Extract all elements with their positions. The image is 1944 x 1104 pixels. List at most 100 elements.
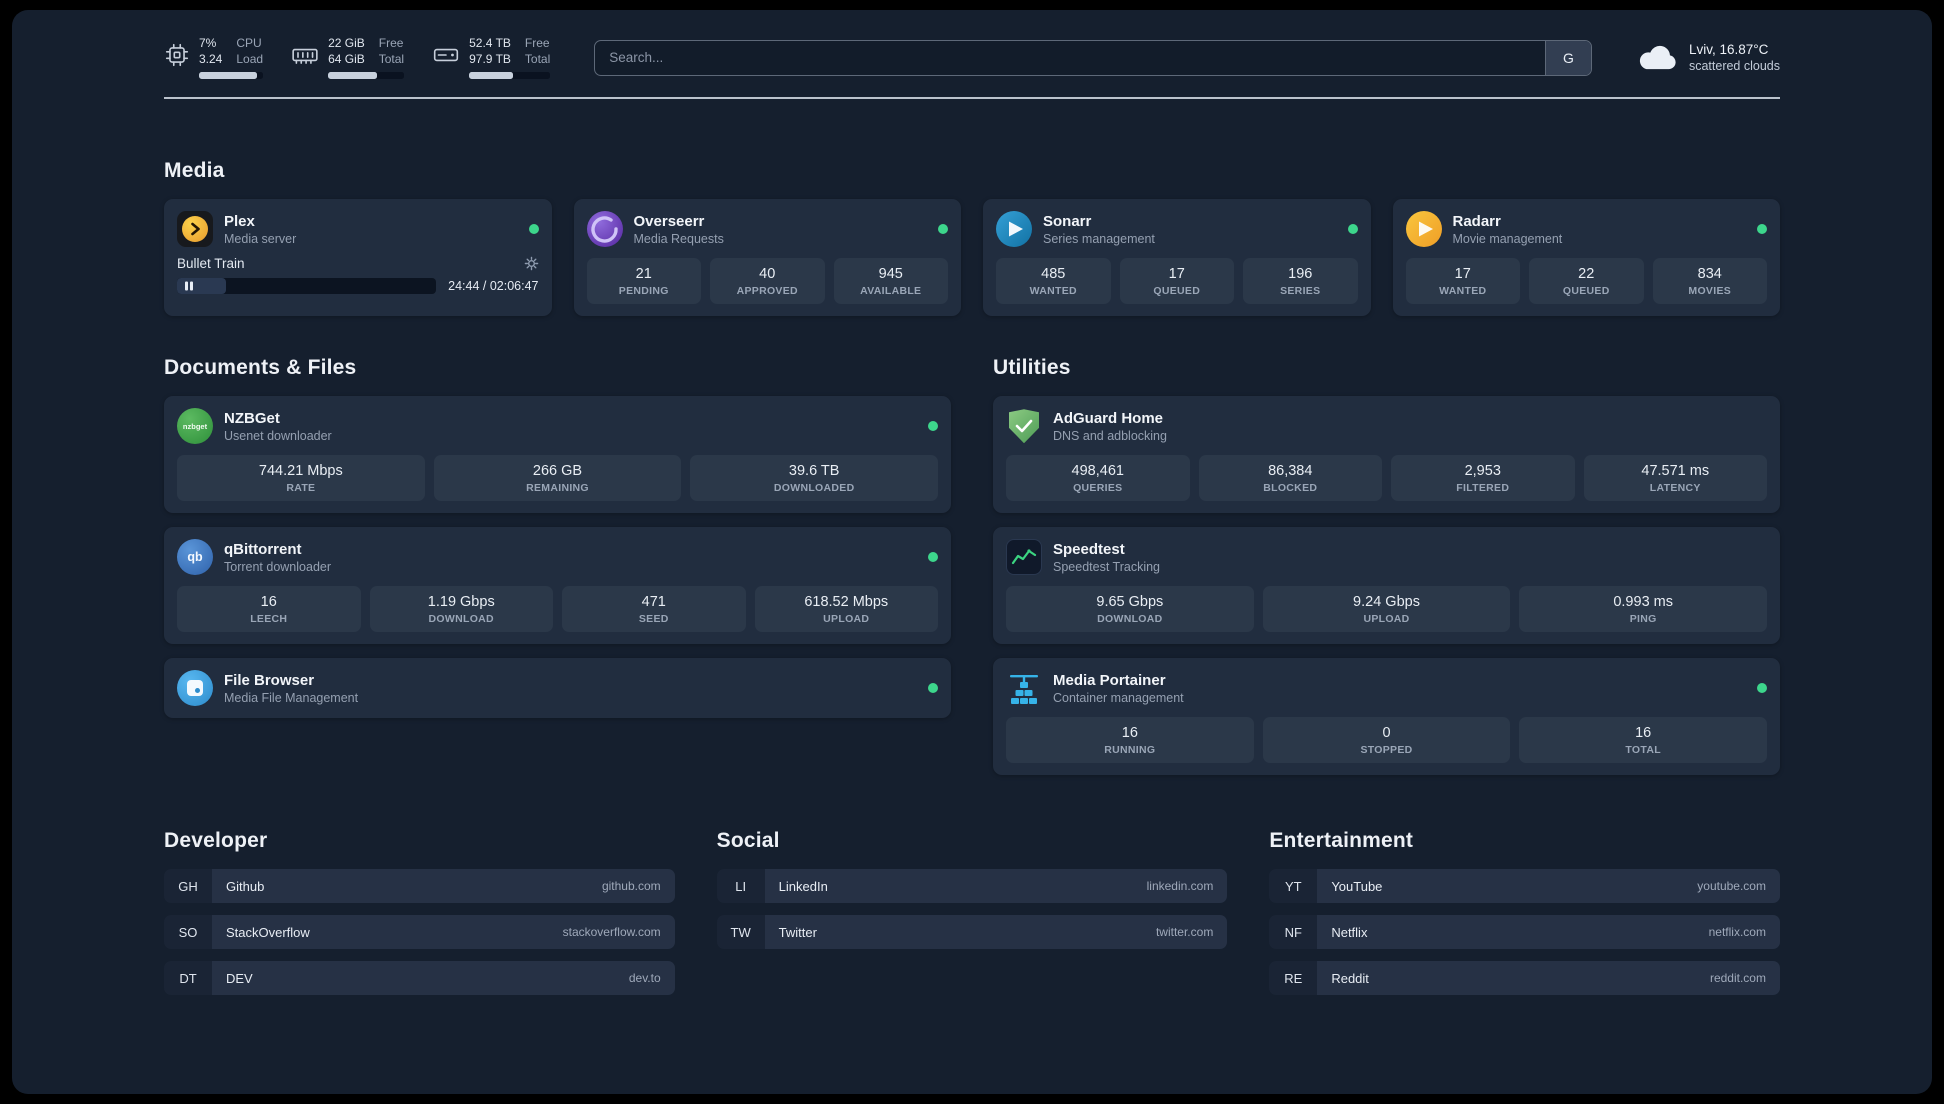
bookmark-reddit[interactable]: RE Reddit reddit.com	[1269, 961, 1780, 996]
service-name: qBittorrent	[224, 540, 302, 558]
service-card-portainer[interactable]: Media Portainer Container management 16 …	[993, 658, 1780, 776]
service-subtitle: Usenet downloader	[224, 428, 332, 443]
service-card-filebrowser[interactable]: File Browser Media File Management	[164, 658, 951, 719]
service-subtitle: DNS and adblocking	[1053, 428, 1167, 443]
stat-remaining: 266 GB REMAINING	[433, 455, 682, 502]
bookmark-name: Github	[226, 878, 265, 894]
stat-queries: 498,461 QUERIES	[1006, 455, 1190, 502]
bookmark-group-entertainment: Entertainment YT YouTube youtube.com NF …	[1269, 829, 1780, 996]
service-card-overseerr[interactable]: Overseerr Media Requests 21 PENDING 40 A…	[573, 199, 961, 317]
bookmark-twitter[interactable]: TW Twitter twitter.com	[716, 915, 1228, 950]
service-name: AdGuard Home	[1053, 409, 1164, 427]
service-subtitle: Torrent downloader	[224, 559, 332, 574]
bookmark-abbr: GH	[164, 869, 212, 904]
service-subtitle: Media server	[224, 231, 297, 246]
settings-gear-icon[interactable]	[524, 256, 539, 271]
search-provider-button[interactable]: G	[1544, 40, 1591, 75]
service-name: Sonarr	[1043, 212, 1092, 230]
search-bar: G	[594, 39, 1592, 76]
bookmark-name: Reddit	[1331, 970, 1369, 986]
bookmark-github[interactable]: GH Github github.com	[164, 869, 675, 904]
stat-upload: 9.24 Gbps UPLOAD	[1262, 586, 1511, 633]
service-card-qbittorrent[interactable]: qb qBittorrent Torrent downloader 16 LEE…	[164, 527, 951, 645]
service-subtitle: Media Requests	[633, 231, 724, 246]
memory-total-value: 64 GiB	[328, 51, 365, 66]
bookmark-netflix[interactable]: NF Netflix netflix.com	[1269, 915, 1780, 950]
bookmark-name: YouTube	[1331, 878, 1383, 894]
search-input[interactable]	[595, 40, 1545, 75]
bookmark-domain: stackoverflow.com	[562, 925, 661, 940]
stat-queued: 22 QUEUED	[1529, 258, 1644, 305]
bookmark-name: Netflix	[1331, 924, 1368, 940]
disk-icon	[432, 42, 460, 68]
bookmark-domain: github.com	[601, 879, 661, 894]
status-online-dot	[928, 552, 938, 563]
stat-wanted: 17 WANTED	[1405, 258, 1520, 305]
disk-total-label: Total	[524, 51, 551, 66]
pause-icon[interactable]	[185, 281, 193, 291]
service-name: Plex	[224, 212, 255, 230]
stat-pending: 21 PENDING	[586, 258, 701, 305]
bookmark-linkedin[interactable]: LI LinkedIn linkedin.com	[716, 869, 1228, 904]
bookmark-youtube[interactable]: YT YouTube youtube.com	[1269, 869, 1780, 904]
section-title-social: Social	[716, 829, 780, 853]
bookmark-abbr: DT	[164, 961, 212, 996]
topbar-divider	[164, 97, 1780, 100]
service-card-speedtest[interactable]: Speedtest Speedtest Tracking 9.65 Gbps D…	[993, 527, 1780, 645]
disk-progress-bar	[469, 72, 551, 80]
section-title-documents: Documents & Files	[164, 356, 357, 380]
memory-icon	[291, 42, 319, 68]
status-online-dot	[528, 224, 539, 235]
service-card-plex[interactable]: Plex Media server Bullet Train 24:44 / 0…	[164, 199, 552, 317]
media-grid: Plex Media server Bullet Train 24:44 / 0…	[164, 199, 1780, 317]
service-card-radarr[interactable]: Radarr Movie management 17 WANTED 22 QUE…	[1392, 199, 1780, 317]
service-card-nzbget[interactable]: nzbget NZBGet Usenet downloader 744.21 M…	[164, 396, 951, 514]
disk-widget: 52.4 TB Free 97.9 TB Total	[432, 36, 551, 80]
nzbget-icon: nzbget	[177, 408, 213, 445]
utilities-column: Utilities AdGuard Home DNS and adblockin…	[993, 356, 1780, 776]
stat-blocked: 86,384 BLOCKED	[1198, 455, 1382, 502]
service-name: Radarr	[1452, 212, 1501, 230]
top-bar: 7% CPU 3.24 Load 22 GiB Free 64 GiB Tota…	[12, 10, 1932, 80]
stat-queued: 17 QUEUED	[1119, 258, 1234, 305]
stat-leech: 16 LEECH	[177, 586, 361, 633]
stat-latency: 47.571 ms LATENCY	[1583, 455, 1767, 502]
status-online-dot	[928, 683, 938, 694]
weather-condition: scattered clouds	[1688, 59, 1780, 74]
stat-ping: 0.993 ms PING	[1519, 586, 1768, 633]
service-card-adguard[interactable]: AdGuard Home DNS and adblocking 498,461 …	[993, 396, 1780, 514]
status-online-dot	[938, 224, 948, 235]
bookmark-stackoverflow[interactable]: SO StackOverflow stackoverflow.com	[164, 915, 675, 950]
portainer-crane-icon	[1006, 670, 1042, 706]
bookmark-abbr: RE	[1269, 961, 1318, 996]
radarr-icon	[1405, 211, 1442, 248]
bookmark-name: StackOverflow	[226, 924, 310, 940]
section-title-utilities: Utilities	[993, 356, 1071, 380]
service-name: Speedtest	[1053, 540, 1125, 558]
service-subtitle: Container management	[1053, 690, 1184, 705]
cpu-label: CPU	[236, 36, 262, 50]
service-subtitle: Movie management	[1452, 231, 1563, 246]
service-card-sonarr[interactable]: Sonarr Series management 485 WANTED 17 Q…	[983, 199, 1371, 317]
qbittorrent-icon: qb	[177, 539, 213, 576]
bookmark-domain: netflix.com	[1708, 925, 1766, 940]
plex-icon	[177, 211, 213, 248]
cpu-load-label: Load	[236, 51, 264, 66]
status-online-dot	[928, 421, 938, 432]
section-title-developer: Developer	[164, 829, 268, 853]
memory-free-label: Free	[378, 36, 404, 50]
weather-location: Lviv, 16.87°C	[1688, 42, 1769, 58]
bookmark-dev[interactable]: DT DEV dev.to	[164, 961, 675, 996]
service-subtitle: Speedtest Tracking	[1053, 559, 1161, 574]
stat-approved: 40 APPROVED	[710, 258, 825, 305]
dashboard: 7% CPU 3.24 Load 22 GiB Free 64 GiB Tota…	[12, 10, 1932, 1094]
bookmark-domain: dev.to	[628, 971, 661, 986]
cpu-percent: 7%	[199, 36, 217, 50]
service-subtitle: Series management	[1043, 231, 1155, 246]
bookmark-domain: twitter.com	[1155, 925, 1214, 940]
bookmark-group-developer: Developer GH Github github.com SO StackO…	[164, 829, 675, 996]
stat-download: 1.19 Gbps DOWNLOAD	[369, 586, 553, 633]
memory-free-value: 22 GiB	[328, 36, 365, 50]
playback-time: 24:44 / 02:06:47	[448, 279, 539, 294]
playback-progress-bar[interactable]	[177, 278, 437, 295]
